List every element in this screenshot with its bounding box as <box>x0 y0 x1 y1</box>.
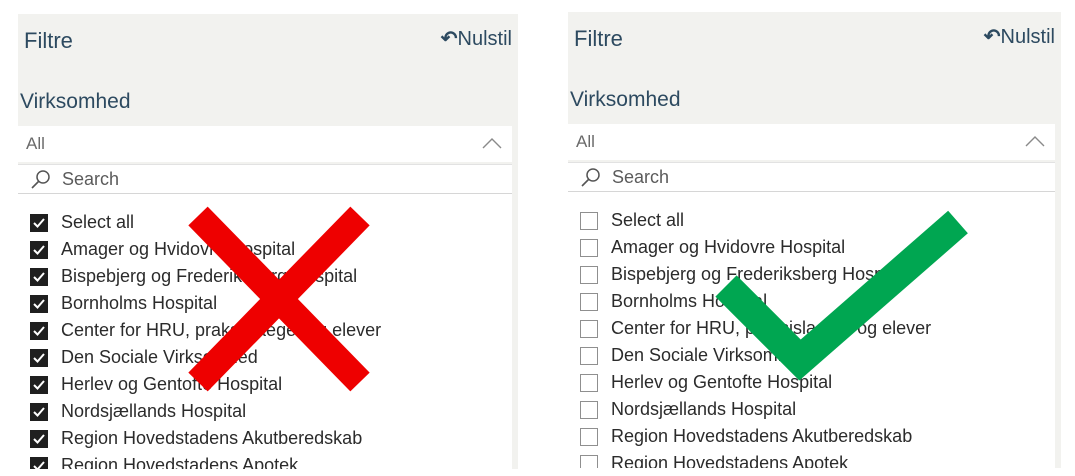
undo-arrow-icon: ↶ <box>440 28 458 50</box>
list-item-label: Herlev og Gentofte Hospital <box>611 372 833 392</box>
list-item-label: Center for HRU, praksislaeger og elever <box>61 320 382 340</box>
slicer-dropdown[interactable]: All <box>568 124 1055 160</box>
reset-button[interactable]: ↶Nulstil <box>984 24 1055 49</box>
section-label: Virksomhed <box>20 90 131 113</box>
search-box[interactable]: Search <box>18 164 512 194</box>
list-item-label: Region Hovedstadens Apotek <box>611 453 849 468</box>
checkbox-unchecked[interactable] <box>580 320 598 338</box>
checkbox-unchecked[interactable] <box>580 293 598 311</box>
check-icon <box>33 272 45 282</box>
checkbox-checked[interactable] <box>30 241 48 259</box>
list-item-label: Amager og Hvidovre Hospital <box>611 237 846 257</box>
list-item-label: Bispebjerg og Frederiksberg Hospital <box>611 264 908 284</box>
list-item-label: Bornholms Hospital <box>61 293 218 313</box>
dropdown-value: All <box>26 134 45 153</box>
checkbox-unchecked[interactable] <box>580 401 598 419</box>
section-label: Virksomhed <box>570 88 681 111</box>
checkbox-unchecked[interactable] <box>580 239 598 257</box>
checkbox-unchecked[interactable] <box>580 374 598 392</box>
checkbox-unchecked[interactable] <box>580 428 598 446</box>
check-icon <box>33 299 45 309</box>
reset-button[interactable]: ↶Nulstil <box>441 26 512 51</box>
chevron-up-icon[interactable] <box>482 136 502 150</box>
undo-arrow-icon: ↶ <box>983 26 1001 48</box>
checkbox-checked[interactable] <box>30 430 48 448</box>
list-item-label: Bispebjerg og Frederiksberg Hospital <box>61 266 358 286</box>
search-box[interactable]: Search <box>568 162 1055 192</box>
search-input[interactable]: Search <box>62 169 119 190</box>
check-icon <box>33 461 45 469</box>
list-item-label: Den Sociale Virksomhed <box>611 345 808 365</box>
checkbox-checked[interactable] <box>30 349 48 367</box>
list-item-label: Select all <box>61 212 135 232</box>
checkbox-list: Select all Amager og Hvidovre Hospital Bis… <box>568 192 1055 468</box>
check-icon <box>33 245 45 255</box>
check-icon <box>33 407 45 417</box>
dropdown-value: All <box>576 132 595 151</box>
list-item-label: Nordsjællands Hospital <box>611 399 797 419</box>
chevron-up-icon[interactable] <box>1025 134 1045 148</box>
list-item-label: Amager og Hvidovre Hospital <box>61 239 296 259</box>
check-icon <box>33 326 45 336</box>
filter-panel-right: Filtre ↶Nulstil Virksomhed All Search Se… <box>568 12 1061 468</box>
reset-label: Nulstil <box>1000 26 1055 48</box>
checkbox-unchecked[interactable] <box>580 347 598 365</box>
list-item-label: Bornholms Hospital <box>611 291 768 311</box>
checkbox-checked[interactable] <box>30 376 48 394</box>
panel-title: Filtre <box>574 26 623 51</box>
checkbox-checked[interactable] <box>30 268 48 286</box>
list-item-label: Region Hovedstadens Akutberedskab <box>61 428 363 448</box>
list-item-label: Region Hovedstadens Apotek <box>61 455 299 469</box>
reset-label: Nulstil <box>457 28 512 50</box>
list-item-label: Select all <box>611 210 685 230</box>
checkbox-unchecked[interactable] <box>580 266 598 284</box>
checkbox-checked[interactable] <box>30 322 48 340</box>
checkbox-unchecked[interactable] <box>580 212 598 230</box>
list-item-label: Nordsjællands Hospital <box>61 401 247 421</box>
list-item-label: Den Sociale Virksomhed <box>61 347 258 367</box>
filter-panel-left: Filtre ↶Nulstil Virksomhed All Search Se… <box>18 14 518 469</box>
checkbox-unchecked[interactable] <box>580 455 598 468</box>
check-icon <box>33 380 45 390</box>
checkbox-checked[interactable] <box>30 403 48 421</box>
list-item-label: Center for HRU, praksislaeger og elever <box>611 318 932 338</box>
check-icon <box>33 218 45 228</box>
panel-title: Filtre <box>24 28 73 53</box>
list-item-label: Herlev og Gentofte Hospital <box>61 374 283 394</box>
checkbox-checked[interactable] <box>30 214 48 232</box>
check-icon <box>33 434 45 444</box>
search-input[interactable]: Search <box>612 167 669 188</box>
slicer-dropdown[interactable]: All <box>18 126 512 162</box>
search-icon <box>581 168 600 187</box>
search-icon <box>31 170 50 189</box>
checkbox-checked[interactable] <box>30 295 48 313</box>
list-item-label: Region Hovedstadens Akutberedskab <box>611 426 913 446</box>
checkbox-checked[interactable] <box>30 457 48 469</box>
checkbox-list: Select all Amager og Hvidovre Hospital Bis… <box>18 194 512 469</box>
check-icon <box>33 353 45 363</box>
